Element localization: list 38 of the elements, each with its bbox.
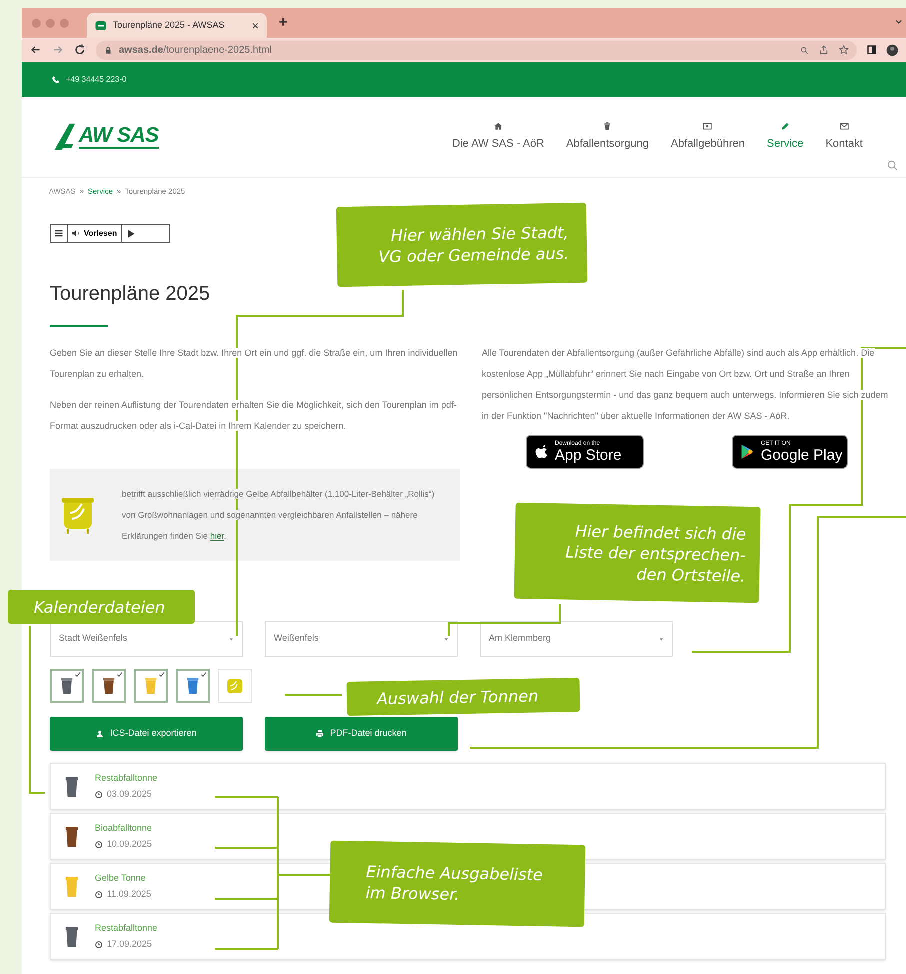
dropdown[interactable]: Stadt Weißenfels (50, 621, 243, 657)
paragraph: Neben der reinen Auflistung der Tourendaten erhalten Sie die Möglichkeit, sich den Tourenplan im pdf-Format auszudrucken oder als i-Cal-Datei in Ihrem Kalender zu speichern. (50, 399, 458, 433)
print-pdf-button[interactable]: PDF-Datei drucken (265, 717, 458, 751)
phone-number[interactable]: +49 34445 223-0 (66, 74, 127, 86)
callout-label: Hier wählen Sie Stadt, VG oder Gemeinde aus. (336, 202, 588, 288)
address-bar[interactable]: awsas.de/tourenplaene-2025.html (96, 40, 857, 60)
logo-text[interactable]: AW SAS (79, 125, 159, 149)
callout-label: Einfache Ausgabeliste im Browser. (329, 840, 586, 928)
bin-type-name: Gelbe Tonne (95, 872, 147, 884)
nav-link[interactable]: Kontakt (826, 122, 863, 152)
result-row[interactable]: Restabfalltonne 17.09.2025 (50, 913, 886, 960)
pickup-date: 11.09.2025 (107, 888, 152, 901)
nav-link[interactable]: Die AW SAS - AöR (452, 122, 544, 152)
dropdown[interactable]: Am Klemmberg (480, 621, 673, 657)
pickup-date: 17.09.2025 (107, 938, 152, 951)
bin-type-name: Bioabfalltonne (95, 822, 152, 834)
nav-link[interactable]: Abfallgebühren (670, 122, 745, 152)
nav-link[interactable]: Service (767, 122, 804, 152)
pickup-date: 03.09.2025 (107, 788, 152, 801)
dropdown[interactable]: Weißenfels (265, 621, 458, 657)
page-title: Tourenpläne 2025 (50, 282, 212, 307)
new-tab-button[interactable]: + (279, 12, 288, 34)
tab-title: Tourenpläne 2025 - AWSAS (113, 18, 226, 32)
bin-type-name: Restabfalltonne (95, 772, 158, 784)
nav-link[interactable]: Abfallentsorgung (566, 122, 649, 152)
callout-label: Kalenderdateien (8, 590, 195, 624)
export-ics-button[interactable]: ICS-Datei exportieren (50, 717, 243, 751)
read-aloud-toolbar[interactable]: Vorlesen (50, 224, 170, 243)
callout-label: Hier befindet sich die Liste der entsprechen- den Ortsteile. (514, 502, 761, 604)
read-aloud-button[interactable]: Vorlesen (68, 225, 122, 242)
link[interactable]: hier (210, 530, 224, 540)
paragraph: Geben Sie an dieser Stelle Ihre Stadt bzw. Ihren Ort ein und ggf. die Straße ein, um Ihren individuellen Tourenplan zu erhalten. (50, 347, 459, 381)
tab-close-button[interactable]: × (252, 16, 259, 34)
bin-type-name: Restabfalltonne (95, 922, 158, 934)
browser-tab[interactable]: Tourenpläne 2025 - AWSAS × (87, 13, 267, 38)
pickup-date: 10.09.2025 (107, 838, 152, 851)
notice-text: betrifft ausschließlich vierrädrige Gelbe Abfallbehälter (1.100-Liter-Behälter „Rollis“) von Großwohnanlagen und sogenannten vergleichbaren Anfallstellen – nähere Erklärungen finden Sie hier. (122, 488, 436, 543)
result-row[interactable]: Restabfalltonne 03.09.2025 (50, 763, 886, 810)
